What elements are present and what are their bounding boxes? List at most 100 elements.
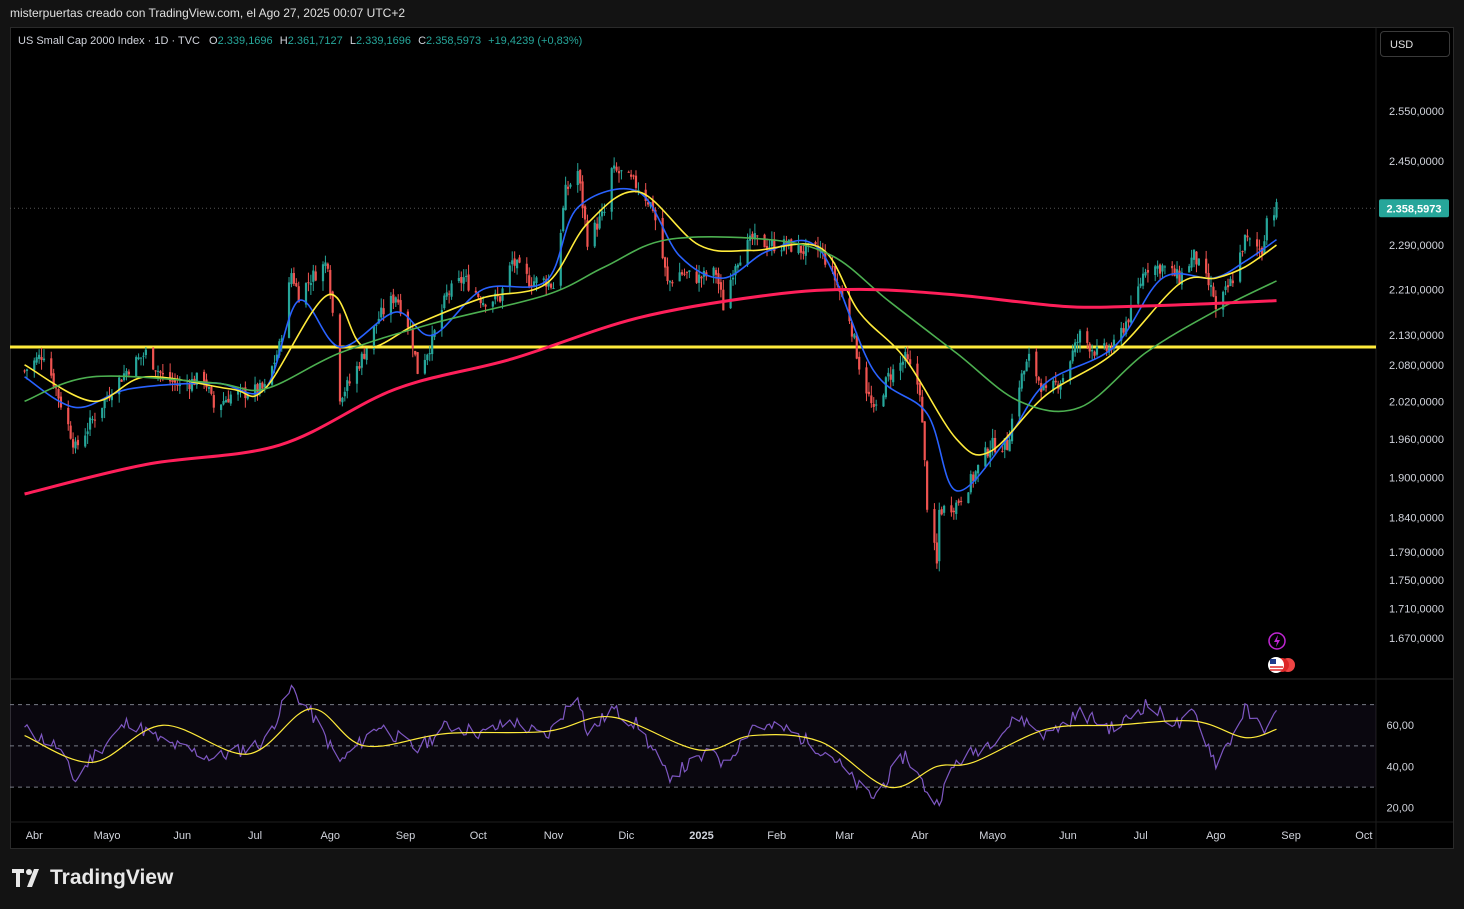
candle-body [600,211,604,217]
candle-body [346,380,349,391]
candle-body [154,370,157,372]
currency-button[interactable]: USD [1380,31,1450,57]
candle-body [161,372,164,375]
candle-body [1265,218,1268,241]
candle-body [1178,270,1181,284]
price-tick-label: 2.550,0000 [1389,106,1444,118]
candle-body [1023,370,1026,375]
candle-body [110,396,114,401]
candle-body [617,171,621,174]
candle-body [955,502,958,514]
candle-body [632,175,635,177]
candle-body [549,283,553,288]
candle-body [256,384,259,394]
candle-body [467,274,470,291]
candle-body [535,277,538,284]
candle-body [729,279,732,309]
candle-body [144,349,147,356]
price-tick-label: 2.290,0000 [1389,240,1444,252]
candle-body [855,335,858,359]
candle-body [372,326,376,350]
candle-body [1008,439,1011,452]
candle-body [203,371,206,382]
time-tick-label: Mayo [979,830,1006,842]
candle-body [443,295,446,309]
candle-body [685,272,689,274]
candle-body [916,363,919,385]
candle-body [33,360,36,370]
rsi-tick-label: 60,00 [1386,720,1414,732]
candle-body [678,272,681,282]
candle-body [569,184,572,187]
candle-body [227,398,230,403]
candle-body [700,276,703,279]
ema-yellow-line[interactable] [24,190,1277,456]
change-value: +19,4239 (+0,83%) [488,35,583,47]
price-tick-label: 1.670,0000 [1389,633,1444,645]
candle-body [1086,331,1089,343]
candle-body [967,492,970,504]
candle-body [74,441,77,449]
candle-body [1158,264,1162,274]
last-price-label: 2.358,5973 [1386,203,1441,215]
candle-body [508,265,511,287]
candle-body [1224,286,1227,290]
rsi-pane: 60,00 40,00 20,00 [10,684,1414,815]
candle-body [1248,238,1251,240]
candle-body [1054,380,1057,383]
candle-body [152,347,155,370]
us-flag-icon[interactable] [1268,657,1295,673]
candle-body [426,354,429,361]
candle-body [780,250,783,252]
candle-body [712,267,715,276]
candle-body [1025,361,1028,372]
candle-body [552,288,555,290]
candle-body [1105,345,1108,351]
candle-body [923,421,926,461]
candle-body [515,259,519,269]
candle-body [88,417,92,430]
candle-body [666,266,669,282]
candle-body [1256,239,1259,247]
candle-body [697,274,701,283]
candle-body [1093,351,1096,356]
candle-body [224,400,228,403]
time-tick-label: Mayo [94,830,121,842]
candle-body [210,386,213,394]
candle-body [1258,248,1261,250]
candle-body [593,222,596,247]
candle-body [321,264,325,282]
candle-body [67,407,70,425]
candle-body [86,431,89,435]
lightning-icon[interactable] [1268,632,1286,650]
candle-body [188,383,191,390]
candle-body [714,270,718,275]
candle-body [1088,343,1091,352]
candle-body [906,354,909,360]
candle-body [50,358,53,376]
price-chart[interactable]: 60,00 40,00 20,00 2.550,0000 2.450,0000 2.29… [0,0,1464,909]
candle-body [1190,257,1193,268]
candle-body [1141,273,1145,286]
candle-body [139,357,143,359]
candle-body [348,381,351,384]
candle-body [770,240,773,247]
tradingview-logo[interactable]: TradingView [12,866,173,890]
candle-body [1071,350,1074,362]
candle-body [688,270,691,272]
candle-body [120,379,123,382]
candle-body [263,384,266,388]
candle-body [763,234,766,248]
candle-body [731,277,735,280]
rsi-tick-label: 40,00 [1386,761,1414,773]
candle-body [287,282,291,338]
candle-body [482,303,485,306]
candle-body [428,353,431,355]
candle-body [477,293,480,298]
candle-body [1127,319,1130,323]
candle-body [406,311,410,328]
candle-body [365,348,368,360]
ema-blue-line[interactable] [24,188,1277,492]
price-tick-label: 2.210,0000 [1389,284,1444,296]
candle-body [176,384,179,386]
